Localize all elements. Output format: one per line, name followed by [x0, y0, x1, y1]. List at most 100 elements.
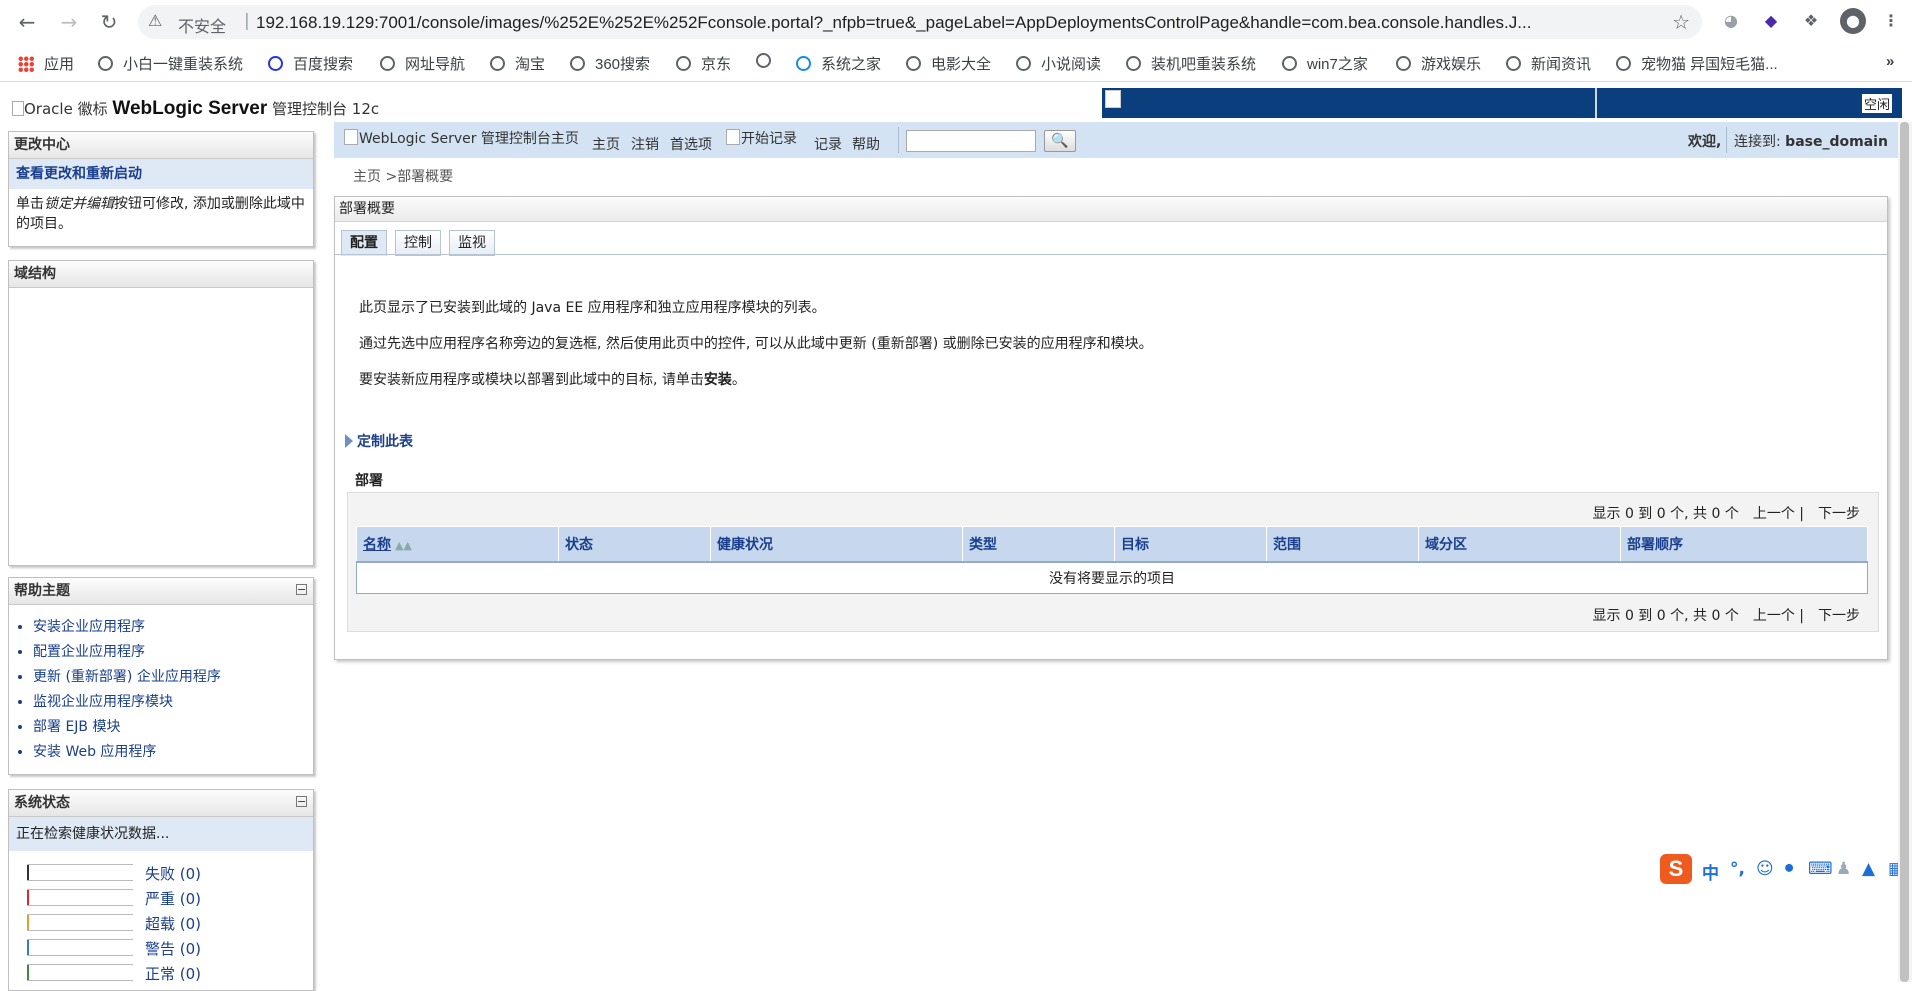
ime-language[interactable]: 中 — [1702, 859, 1719, 884]
deployments-panel: 部署概要 配置 控制 监视 此页显示了已安装到此域的 Java EE 应用程序和… — [334, 196, 1888, 660]
vertical-scrollbar[interactable] — [1898, 122, 1912, 982]
pager-count: 显示 0 到 0 个, 共 0 个 — [1592, 506, 1739, 522]
tab-configuration[interactable]: 配置 — [341, 230, 387, 256]
column-name[interactable]: 名称 ▲▲ — [356, 526, 559, 563]
home-image-link[interactable]: WebLogic Server 管理控制台主页 — [344, 128, 579, 148]
bookmark-apps[interactable]: 应用 — [18, 53, 74, 74]
pager-bottom: 显示 0 到 0 个, 共 0 个上一个 | 下一步 — [1593, 605, 1861, 625]
toolbar-divider — [898, 127, 899, 153]
url-text[interactable]: 192.168.19.129:7001/console/images/%252E… — [256, 13, 1656, 33]
emoji-icon[interactable]: ☺ — [1756, 859, 1774, 879]
bookmark-item[interactable]: 装机吧重装系统 — [1126, 53, 1256, 74]
punctuation-icon[interactable]: °, — [1730, 859, 1745, 879]
globe-icon — [906, 56, 921, 71]
search-button[interactable]: 🔍 — [1044, 130, 1076, 152]
browser-menu-icon[interactable]: ⋮ — [1880, 10, 1902, 32]
expand-triangle-icon — [345, 434, 353, 448]
pager-next[interactable]: 下一步 — [1818, 506, 1860, 522]
help-topic-link[interactable]: 部署 EJB 模块 — [33, 715, 313, 740]
pager-next[interactable]: 下一步 — [1818, 608, 1860, 624]
bookmarks-bar: 应用 小白一键重装系统 百度搜索 网址导航 淘宝 360搜索 京东 系统之家 电… — [0, 43, 1912, 82]
bookmark-item[interactable]: 360搜索 — [570, 53, 650, 74]
collapse-icon[interactable]: − — [296, 584, 307, 595]
search-input[interactable] — [906, 130, 1036, 152]
sort-ascending-icon[interactable]: ▲▲ — [395, 539, 412, 552]
ime-toolbar: S 中 °, ☺ ⚫ ⌨ ♟ ▲ ▦ — [1660, 852, 1912, 888]
column-type[interactable]: 类型 — [962, 526, 1115, 563]
forward-icon[interactable]: → — [55, 8, 83, 36]
breadcrumb: 主页 >部署概要 — [353, 166, 453, 186]
help-link[interactable]: 帮助 — [852, 134, 880, 154]
bookmark-star-icon[interactable]: ☆ — [1672, 10, 1690, 34]
record-link[interactable]: 记录 — [814, 134, 842, 154]
bookmark-item[interactable]: 电影大全 — [906, 53, 991, 74]
bookmark-item[interactable] — [756, 53, 781, 70]
toolbar-divider — [1726, 127, 1727, 153]
help-topic-link[interactable]: 配置企业应用程序 — [33, 640, 313, 665]
bookmark-item[interactable]: 小说阅读 — [1016, 53, 1101, 74]
globe-icon — [1396, 56, 1411, 71]
view-changes-link[interactable]: 查看更改和重新启动 — [9, 159, 313, 189]
bookmark-item[interactable]: 小白一键重装系统 — [98, 53, 243, 74]
install-keyword: 安装 — [703, 372, 732, 388]
welcome-text: 欢迎, — [1688, 134, 1722, 150]
column-domain-partition[interactable]: 域分区 — [1418, 526, 1621, 563]
column-targets[interactable]: 目标 — [1114, 526, 1267, 563]
pager-prev[interactable]: 上一个 | — [1753, 608, 1804, 624]
more-bookmarks-icon[interactable]: » — [1886, 53, 1894, 70]
globe-icon — [380, 56, 395, 71]
help-topic-link[interactable]: 安装企业应用程序 — [33, 615, 313, 640]
bookmark-item[interactable]: 淘宝 — [490, 53, 545, 74]
breadcrumb-home[interactable]: 主页 — [353, 169, 381, 185]
help-topic-link[interactable]: 安装 Web 应用程序 — [33, 740, 313, 765]
sogou-logo-icon[interactable]: S — [1660, 854, 1692, 884]
breadcrumb-separator: > — [381, 169, 398, 185]
globe-icon — [570, 56, 585, 71]
bookmark-item[interactable]: 系统之家 — [796, 53, 881, 74]
help-topic-link[interactable]: 更新 (重新部署) 企业应用程序 — [33, 665, 313, 690]
record-image-link[interactable]: 开始记录 — [726, 128, 797, 148]
home-link[interactable]: 主页 — [592, 134, 620, 154]
microphone-icon[interactable]: ⚫ — [1782, 859, 1796, 879]
column-state[interactable]: 状态 — [558, 526, 711, 563]
bookmark-item[interactable]: 新闻资讯 — [1506, 53, 1591, 74]
banner-divider — [1595, 88, 1597, 118]
column-deployment-order[interactable]: 部署顺序 — [1620, 526, 1868, 563]
scrollbar-thumb[interactable] — [1900, 122, 1909, 982]
keyboard-icon[interactable]: ⌨ — [1808, 859, 1833, 879]
extensions-puzzle-icon[interactable]: ❖ — [1800, 10, 1822, 32]
lock-edit-hint: 锁定并编辑 — [44, 196, 114, 212]
product-subtitle: 管理控制台 12c — [272, 100, 380, 118]
help-topic-link[interactable]: 监视企业应用程序模块 — [33, 690, 313, 715]
pager-prev[interactable]: 上一个 | — [1753, 506, 1804, 522]
column-scope[interactable]: 范围 — [1266, 526, 1419, 563]
bookmark-item[interactable]: win7之家 — [1282, 53, 1368, 74]
bookmark-item[interactable]: 网址导航 — [380, 53, 465, 74]
collapse-icon[interactable]: − — [296, 796, 307, 807]
logout-link[interactable]: 注销 — [631, 134, 659, 154]
domain-structure-title: 域结构 — [9, 261, 313, 288]
extension-diamond-icon[interactable]: ◆ — [1760, 10, 1782, 32]
bookmark-item[interactable]: 百度搜索 — [268, 53, 353, 74]
bookmark-item[interactable]: 宠物猫 异国短毛猫... — [1616, 53, 1778, 74]
customize-table-link[interactable]: 定制此表 — [345, 431, 413, 451]
header-banner: 空闲 — [1102, 88, 1902, 118]
back-icon[interactable]: ← — [13, 8, 41, 36]
broken-image-icon — [1105, 90, 1121, 108]
globe-icon — [1016, 56, 1031, 71]
preferences-link[interactable]: 首选项 — [670, 134, 712, 154]
address-bar[interactable]: ⚠ 不安全 | 192.168.19.129:7001/console/imag… — [138, 5, 1702, 39]
bookmark-item[interactable]: 京东 — [676, 53, 731, 74]
reload-icon[interactable]: ↻ — [95, 8, 123, 36]
status-row-ok: 正常 (0) — [19, 962, 309, 983]
empty-table-message: 没有将要显示的项目 — [356, 561, 1868, 594]
tab-monitoring[interactable]: 监视 — [449, 230, 495, 256]
bookmark-item[interactable]: 游戏娱乐 — [1396, 53, 1481, 74]
column-health[interactable]: 健康状况 — [710, 526, 963, 563]
profile-avatar-icon[interactable]: ● — [1840, 8, 1866, 34]
skin-icon[interactable]: ▲ — [1862, 859, 1875, 879]
extension-globe-icon[interactable]: ◕ — [1720, 10, 1742, 32]
user-icon[interactable]: ♟ — [1836, 859, 1851, 879]
status-row-critical: 严重 (0) — [19, 887, 309, 908]
tab-control[interactable]: 控制 — [395, 230, 441, 256]
